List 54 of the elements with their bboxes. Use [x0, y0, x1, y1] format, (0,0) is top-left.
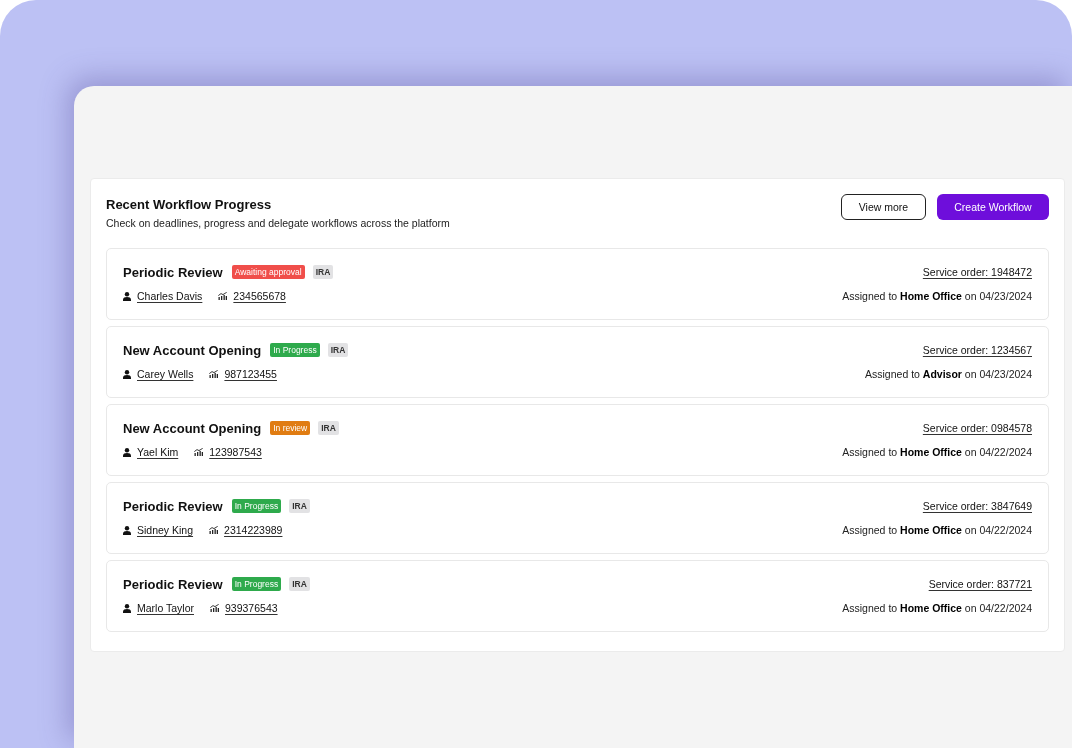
- view-more-button[interactable]: View more: [841, 194, 926, 220]
- person-icon: [123, 291, 131, 301]
- account-number-link[interactable]: 234565678: [233, 290, 286, 302]
- status-badge: In Progress: [231, 499, 282, 513]
- person-icon: [123, 525, 131, 535]
- service-order-link[interactable]: Service order: 0984578: [922, 420, 1032, 436]
- status-badge: Awaiting approval: [231, 265, 305, 279]
- section-subtitle: Check on deadlines, progress and delegate workflows across the platform: [106, 216, 450, 230]
- account-number-link[interactable]: 123987543: [209, 446, 262, 458]
- workflow-row[interactable]: New Account Opening In Progress IRA Carey Wells 987123455 Service order: 1234567 Assigned to Advisor on 04/23/2024: [106, 326, 1049, 398]
- client-name-link[interactable]: Carey Wells: [137, 368, 194, 380]
- status-badge: In review: [270, 421, 311, 435]
- service-order-link[interactable]: Service order: 3847649: [922, 498, 1032, 514]
- account-type-tag: IRA: [289, 577, 310, 591]
- account-number-link[interactable]: 939376543: [225, 602, 278, 614]
- workflow-row[interactable]: Periodic Review In Progress IRA Marlo Taylor 939376543 Service order: 837721 Assigned to Home Office on 04/22/2024: [106, 560, 1049, 632]
- client-name-link[interactable]: Yael Kim: [137, 446, 179, 458]
- account-number-link[interactable]: 2314223989: [224, 524, 283, 536]
- workflow-title: New Account Opening: [123, 342, 262, 358]
- workflow-title: New Account Opening: [123, 420, 262, 436]
- person-icon: [123, 447, 131, 457]
- workflow-row[interactable]: Periodic Review In Progress IRA Sidney King 2314223989 Service order: 3847649 Assigned to Home Office on 04/22/2024: [106, 482, 1049, 554]
- person-icon: [123, 603, 131, 613]
- bar-chart-icon: [209, 526, 219, 534]
- assignment-text: Assigned to Home Office on 04/22/2024: [842, 445, 1032, 460]
- bar-chart-icon: [209, 370, 219, 378]
- account-type-tag: IRA: [318, 421, 339, 435]
- assignment-text: Assigned to Home Office on 04/23/2024: [842, 289, 1032, 304]
- status-badge: In Progress: [270, 343, 320, 357]
- bar-chart-icon: [210, 604, 219, 612]
- assignment-text: Assigned to Home Office on 04/22/2024: [842, 523, 1032, 538]
- assignment-text: Assigned to Home Office on 04/22/2024: [842, 601, 1032, 616]
- status-badge: In Progress: [231, 577, 282, 591]
- account-type-tag: IRA: [327, 343, 349, 357]
- workflow-title: Periodic Review: [123, 498, 223, 514]
- client-name-link[interactable]: Charles Davis: [137, 290, 203, 302]
- service-order-link[interactable]: Service order: 1234567: [922, 342, 1032, 358]
- workflow-row[interactable]: New Account Opening In review IRA Yael Kim 123987543 Service order: 0984578 Assigned to Home Office on 04/22/2024: [106, 404, 1049, 476]
- section-title: Recent Workflow Progress: [106, 197, 273, 213]
- service-order-link[interactable]: Service order: 1948472: [922, 264, 1032, 280]
- account-type-tag: IRA: [312, 265, 334, 279]
- service-order-link[interactable]: Service order: 837721: [928, 576, 1032, 592]
- bar-chart-icon: [194, 448, 204, 456]
- client-name-link[interactable]: Sidney King: [137, 524, 194, 536]
- assignment-text: Assigned to Advisor on 04/23/2024: [865, 367, 1032, 382]
- account-type-tag: IRA: [289, 499, 310, 513]
- client-name-link[interactable]: Marlo Taylor: [137, 602, 194, 614]
- account-number-link[interactable]: 987123455: [224, 368, 277, 380]
- create-button[interactable]: Create Workflow: [937, 194, 1049, 220]
- bar-chart-icon: [218, 292, 228, 300]
- workflow-row[interactable]: Periodic Review Awaiting approval IRA Charles Davis 234565678 Service order: 1948472 Assigned to Home Office on 04/23/2024: [106, 248, 1049, 320]
- workflow-title: Periodic Review: [123, 576, 223, 592]
- workflow-title: Periodic Review: [123, 264, 223, 280]
- person-icon: [123, 369, 131, 379]
